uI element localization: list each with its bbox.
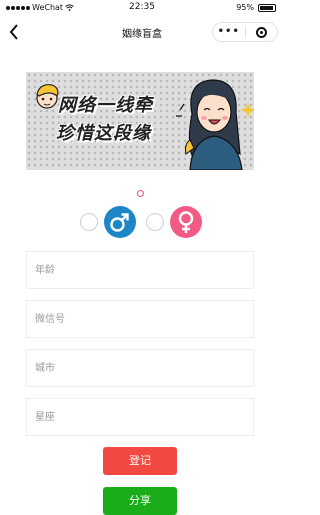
zodiac-input[interactable] xyxy=(27,399,253,435)
gender-selector xyxy=(78,205,208,239)
mini-program-capsule: ••• xyxy=(212,22,278,42)
register-button[interactable]: 登记 xyxy=(103,447,177,475)
cartoon-girl-icon xyxy=(176,79,254,170)
battery-icon xyxy=(258,3,276,12)
age-input[interactable] xyxy=(27,252,253,288)
status-bar: WeChat 22:35 95% xyxy=(0,0,284,16)
close-circle-icon xyxy=(255,26,267,38)
city-input[interactable] xyxy=(27,350,253,386)
battery-percent: 95% xyxy=(236,3,254,12)
close-button[interactable] xyxy=(246,26,278,38)
more-button[interactable]: ••• xyxy=(213,27,245,37)
banner-line-2: 珍惜这段缘 xyxy=(56,123,151,144)
male-radio[interactable] xyxy=(80,213,98,231)
share-button[interactable]: 分享 xyxy=(103,487,177,515)
battery-fill xyxy=(260,5,274,10)
page-indicator-dot xyxy=(137,190,144,197)
banner-image: 网络一线牵 珍惜这段缘 xyxy=(26,72,254,170)
nav-bar: 姻缘盲盒 ••• xyxy=(0,16,284,48)
age-field[interactable] xyxy=(26,251,254,289)
city-field[interactable] xyxy=(26,349,254,387)
male-icon[interactable] xyxy=(104,206,136,238)
female-icon[interactable] xyxy=(170,206,202,238)
female-radio[interactable] xyxy=(146,213,164,231)
status-right: 95% xyxy=(236,3,276,12)
wechat-id-input[interactable] xyxy=(27,301,253,337)
banner-text: 网络一线牵 珍惜这段缘 xyxy=(56,92,153,148)
wechat-field[interactable] xyxy=(26,300,254,338)
banner-line-1: 网络一线牵 xyxy=(58,95,153,116)
zodiac-field[interactable] xyxy=(26,398,254,436)
